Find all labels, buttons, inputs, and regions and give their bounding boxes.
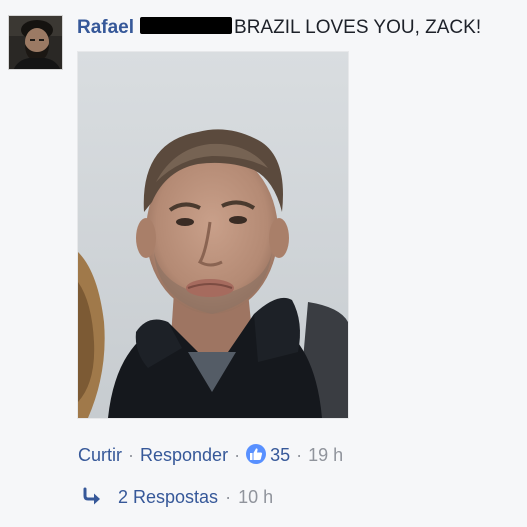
- author-avatar[interactable]: [8, 15, 63, 70]
- separator-dot: ·: [225, 487, 232, 507]
- thumbs-up-icon[interactable]: [246, 444, 267, 464]
- comment-actions: Curtir · Responder · 35 · 19 h: [78, 441, 343, 469]
- author-name[interactable]: Rafael: [77, 17, 134, 38]
- like-count[interactable]: 35: [270, 445, 290, 465]
- thumbs-up-glyph: [250, 448, 263, 460]
- reply-arrow-icon[interactable]: [82, 485, 104, 505]
- redacted-surname: [140, 17, 233, 34]
- reply-timestamp[interactable]: 10 h: [238, 487, 273, 507]
- reply-link[interactable]: Responder: [140, 445, 228, 465]
- attached-photo[interactable]: [78, 52, 348, 418]
- like-link[interactable]: Curtir: [78, 445, 122, 465]
- separator-dot: ·: [296, 445, 303, 465]
- comment-body: Rafael BRAZIL LOVES YOU, ZACK!: [77, 14, 481, 42]
- photo-image: [78, 52, 348, 418]
- comment-text: BRAZIL LOVES YOU, ZACK!: [234, 17, 482, 38]
- comment-timestamp[interactable]: 19 h: [308, 445, 343, 465]
- reply-arrow-glyph: [83, 487, 100, 505]
- separator-dot: ·: [128, 445, 134, 465]
- view-replies-link[interactable]: 2 Respostas: [118, 487, 218, 507]
- separator-dot: ·: [234, 445, 241, 465]
- avatar-image: [9, 16, 62, 69]
- replies-row: 2 Respostas · 10 h: [78, 483, 273, 511]
- comment: Rafael BRAZIL LOVES YOU, ZACK! Curtir · …: [0, 0, 527, 527]
